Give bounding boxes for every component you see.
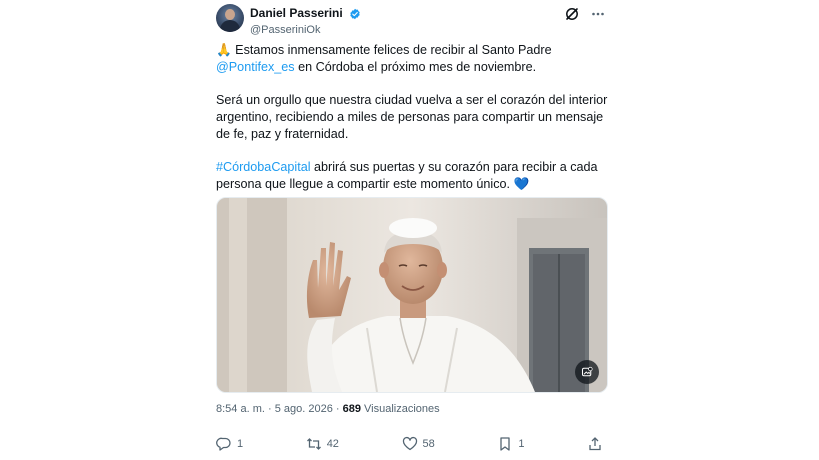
tweet-actions: 1 42 58 1 <box>216 433 608 455</box>
reply-button[interactable]: 1 <box>216 436 243 452</box>
tweet-time[interactable]: 8:54 a. m. <box>216 403 265 415</box>
avatar[interactable] <box>216 4 244 32</box>
views-label: Visualizaciones <box>360 403 440 415</box>
praying-hands-emoji: 🙏 <box>216 43 232 57</box>
like-button[interactable]: 58 <box>402 436 435 452</box>
share-button[interactable] <box>587 436 608 452</box>
tweet-metadata: 8:54 a. m. · 5 ago. 2026 · 689 Visualiza… <box>216 403 440 415</box>
repost-button[interactable]: 42 <box>306 436 339 452</box>
reply-count: 1 <box>237 438 244 450</box>
grok-icon[interactable] <box>564 6 580 22</box>
image-edit-icon <box>581 366 593 377</box>
mention-link[interactable]: @Pontifex_es <box>216 60 295 74</box>
tweet-photo[interactable] <box>216 197 608 393</box>
author-display-name[interactable]: Daniel Passerini <box>250 6 343 20</box>
more-options-icon[interactable] <box>590 6 606 22</box>
repost-icon <box>306 438 321 450</box>
tweet-text: 🙏 Estamos inmensamente felices de recibi… <box>216 42 611 209</box>
tweet-header: Daniel Passerini @PasseriniOk <box>216 4 610 44</box>
views-count: 689 <box>342 403 361 415</box>
hashtag-link[interactable]: #CórdobaCapital <box>216 160 311 174</box>
like-count: 58 <box>422 438 435 450</box>
bookmark-button[interactable]: 1 <box>497 436 524 452</box>
bookmark-icon <box>500 437 510 451</box>
author-block[interactable]: Daniel Passerini @PasseriniOk <box>250 4 361 36</box>
reply-icon <box>216 437 231 451</box>
tweet-date[interactable]: 5 ago. 2026 <box>275 403 333 415</box>
tweet-card: Daniel Passerini @PasseriniOk 🙏 Estamos … <box>200 0 620 460</box>
tweet-paragraph-3: #CórdobaCapital abrirá sus puertas y su … <box>216 160 598 191</box>
bookmark-count: 1 <box>518 438 525 450</box>
share-icon <box>589 437 601 451</box>
repost-count: 42 <box>326 438 339 450</box>
tweet-paragraph-2: Será un orgullo que nuestra ciudad vuelv… <box>216 93 608 141</box>
pope-waving-photo <box>217 198 607 392</box>
author-handle[interactable]: @PasseriniOk <box>250 24 361 36</box>
heart-icon <box>402 436 417 451</box>
verified-badge-icon <box>349 7 361 20</box>
blue-heart-emoji: 💙 <box>513 177 530 191</box>
image-edit-button[interactable] <box>575 360 599 384</box>
tweet-paragraph-1: 🙏 Estamos inmensamente felices de recibi… <box>216 43 552 74</box>
